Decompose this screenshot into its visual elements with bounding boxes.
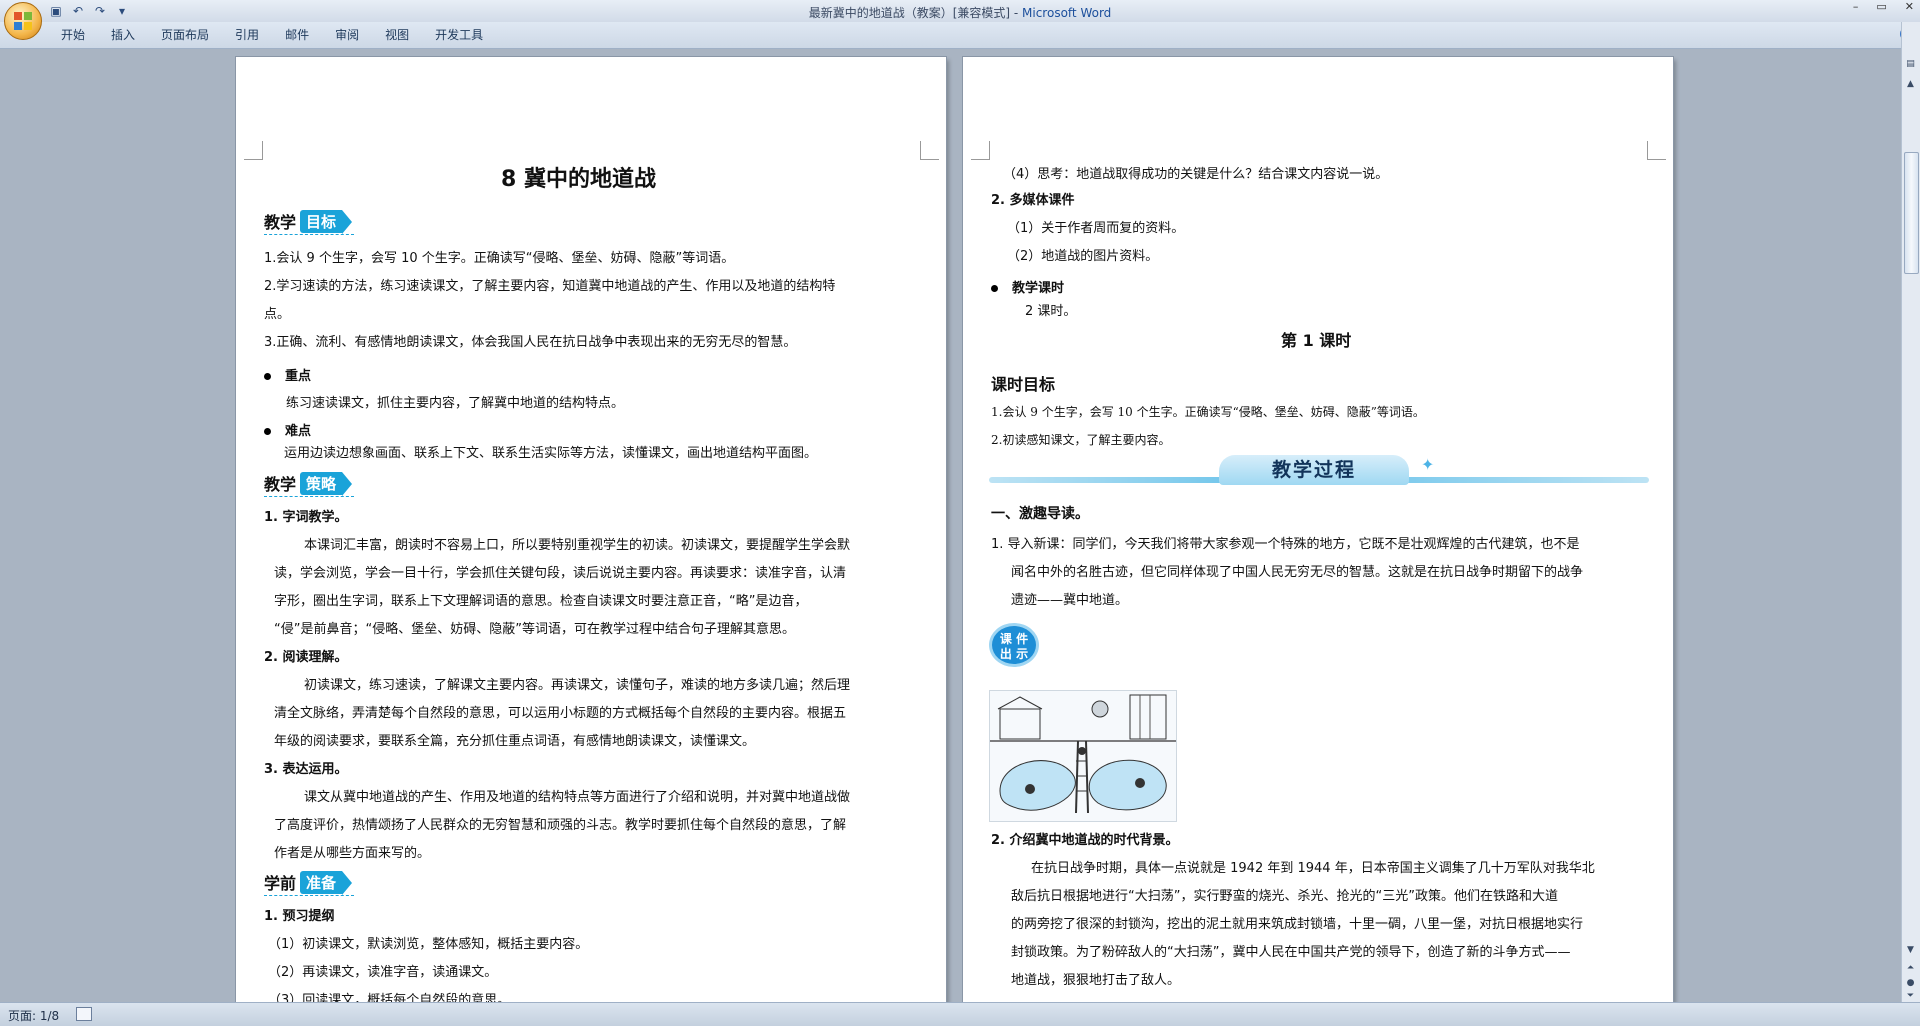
section-prep-heading: 学前 准备 [264, 870, 353, 895]
document-workspace: 8 冀中的地道战 教学 目标 1.会认 9 个生字，会写 10 个生字。正确读写“… [0, 49, 1902, 1002]
banner-title: 教学过程 [1219, 455, 1409, 485]
prep-item: （2）再读课文，读准字音，读通课文。 [268, 965, 498, 980]
proofing-icon[interactable] [76, 1007, 92, 1021]
strategy-subtitle: 2. 阅读理解。 [264, 650, 348, 665]
courseware-badge: 课 件 出 示 [989, 623, 1039, 667]
bullet-icon [264, 428, 271, 435]
previous-page-icon[interactable]: ⏶ [1904, 962, 1917, 975]
strategy-line: 课文从冀中地道战的产生、作用及地道的结构特点等方面进行了介绍和说明，并对冀中地道… [304, 790, 851, 805]
document-page-2: （4）思考：地道战取得成功的关键是什么？结合课文内容说一说。 2. 多媒体课件 … [963, 57, 1673, 1002]
media-title: 2. 多媒体课件 [991, 193, 1075, 208]
tab-page-layout[interactable]: 页面布局 [148, 22, 222, 48]
crop-mark [244, 141, 263, 160]
tunnel-illustration [989, 690, 1177, 822]
goal-item: 1.会认 9 个生字，会写 10 个生字。正确读写“侵略、堡垒、妨碍、隐蔽”等词… [264, 251, 735, 266]
strategy-line: 初读课文，练习速读，了解课文主要内容。再读课文，读懂句子，难读的地方多读几遍；然… [304, 678, 851, 693]
strategy-line: 年级的阅读要求，要联系全篇，充分抓住重点词语，有感情地朗读课文，读懂课文。 [274, 734, 756, 749]
ruler-toggle-icon[interactable]: ▤ [1904, 58, 1917, 71]
strategy-line: 清全文脉络，弄清楚每个自然段的意思，可以运用小标题的方式概括每个自然段的主要内容… [274, 706, 847, 721]
intro-line: 遗迹——冀中地道。 [1011, 593, 1129, 608]
bullet-icon [991, 285, 998, 292]
prep-item: （1）初读课文，默读浏览，整体感知，概括主要内容。 [268, 937, 589, 952]
lesson-goal-title: 课时目标 [991, 375, 1056, 394]
lesson-goal-item: 2.初读感知课文，了解主要内容。 [991, 433, 1171, 447]
background-line: 的两旁挖了很深的封锁沟，挖出的泥土就用来筑成封锁墙，十里一碉，八里一堡，对抗日根… [1011, 917, 1584, 932]
strategy-line: 了高度评价，热情颂扬了人民群众的无穷智慧和顽强的斗志。教学时要抓住每个自然段的意… [274, 818, 847, 833]
section-underline [264, 496, 354, 497]
tab-developer[interactable]: 开发工具 [422, 22, 496, 48]
office-button[interactable] [4, 2, 42, 40]
scrollbar-thumb[interactable] [1904, 152, 1919, 274]
crop-mark [971, 141, 990, 160]
title-bar: ▣ ↶ ↷ ▾ 最新冀中的地道战（教案）[兼容模式] - Microsoft W… [0, 0, 1920, 23]
strategy-line: “侵”是前鼻音；“侵略、堡垒、妨碍、隐蔽”等词语，可在教学过程中结合句子理解其意… [274, 622, 795, 637]
strategy-subtitle: 3. 表达运用。 [264, 762, 348, 777]
crop-mark [920, 141, 939, 160]
section-goals-heading: 教学 目标 [264, 209, 353, 234]
document-page-1: 8 冀中的地道战 教学 目标 1.会认 9 个生字，会写 10 个生字。正确读写“… [236, 57, 946, 1002]
section-underline [264, 895, 354, 896]
ribbon: 开始 插入 页面布局 引用 邮件 审阅 视图 开发工具 ? [0, 22, 1920, 49]
scroll-up-icon[interactable]: ▲ [1904, 78, 1917, 91]
difficulty-label: 难点 [264, 420, 311, 439]
select-browse-object-icon[interactable]: ● [1904, 977, 1917, 990]
tab-view[interactable]: 视图 [372, 22, 422, 48]
media-item: （1）关于作者周而复的资料。 [1007, 221, 1185, 236]
minimize-button[interactable]: – [1853, 0, 1859, 13]
background-line: 地道战，狠狠地打击了敌人。 [1011, 973, 1181, 988]
tab-insert[interactable]: 插入 [98, 22, 148, 48]
intro-line: 1. 导入新课：同学们，今天我们将带大家参观一个特殊的地方，它既不是壮观辉煌的古… [991, 537, 1580, 552]
office-logo-icon [14, 12, 32, 30]
tab-references[interactable]: 引用 [222, 22, 272, 48]
process-banner: 教学过程 ✦ [989, 455, 1649, 489]
maximize-button[interactable]: ▭ [1876, 0, 1886, 13]
crop-mark [1647, 141, 1666, 160]
intro-line: 闻名中外的名胜古迹，但它同样体现了中国人民无穷无尽的智慧。这就是在抗日战争时期留… [1011, 565, 1584, 580]
tab-review[interactable]: 审阅 [322, 22, 372, 48]
tab-home[interactable]: 开始 [48, 22, 98, 48]
lesson-title: 第 1 课时 [1281, 331, 1352, 350]
background-line: 封锁政策。为了粉碎敌人的“大扫荡”，冀中人民在中国共产党的领导下，创造了新的斗争… [1011, 945, 1571, 960]
sparkle-icon: ✦ [1421, 455, 1435, 474]
page-indicator[interactable]: 页面: 1/8 [8, 1007, 59, 1024]
background-line: 在抗日战争时期，具体一点说就是 1942 年到 1944 年，日本帝国主义调集了… [1031, 861, 1595, 876]
tunnel-drawing-icon [990, 691, 1176, 821]
tab-mailings[interactable]: 邮件 [272, 22, 322, 48]
background-title: 2. 介绍冀中地道战的时代背景。 [991, 833, 1179, 848]
document-title: 8 冀中的地道战 [501, 167, 656, 192]
scroll-down-icon[interactable]: ▼ [1904, 944, 1917, 957]
key-point-label: 重点 [264, 365, 311, 384]
goal-item: 3.正确、流利、有感情地朗读课文，体会我国人民在抗日战争中表现出来的无穷无尽的智… [264, 335, 797, 350]
strategy-line: 本课词汇丰富，朗读时不容易上口，所以要特别重视学生的初读。初读课文，要提醒学生学… [304, 538, 851, 553]
section-strategy-heading: 教学 策略 [264, 471, 353, 496]
goal-item: 点。 [264, 307, 291, 322]
strategy-line: 字形，圈出生字词，联系上下文理解词语的意思。检查自读课文时要注意正音，“略”是边… [274, 594, 808, 609]
hours-value: 2 课时。 [1025, 304, 1077, 319]
window-title: 最新冀中的地道战（教案）[兼容模式] - Microsoft Word [808, 6, 1112, 20]
strategy-line: 作者是从哪些方面来写的。 [274, 846, 431, 861]
outline-item: （4）思考：地道战取得成功的关键是什么？结合课文内容说一说。 [1003, 167, 1389, 182]
background-line: 敌后抗日根据地进行“大扫荡”，实行野蛮的烧光、杀光、抢光的“三光”政策。他们在铁… [1011, 889, 1558, 904]
prep-item: （3）回读课文，概括每个自然段的意思。 [268, 993, 511, 1002]
difficulty-text: 运用边读边想象画面、联系上下文、联系生活实际等方法，读懂课文，画出地道结构平面图… [284, 446, 818, 461]
hours-label: 教学课时 [991, 277, 1064, 296]
vertical-scrollbar[interactable]: ▤ ▲ ▼ ⏶ ● ⏷ [1901, 22, 1920, 1002]
media-item: （2）地道战的图片资料。 [1007, 249, 1159, 264]
step-title: 一、激趣导读。 [991, 506, 1089, 522]
status-bar: 页面: 1/8 [0, 1002, 1920, 1026]
prep-subtitle: 1. 预习提纲 [264, 909, 335, 924]
lesson-goal-item: 1.会认 9 个生字，会写 10 个生字。正确读写“侵略、堡垒、妨碍、隐蔽”等词… [991, 405, 1425, 419]
close-button[interactable]: ✕ [1905, 0, 1914, 13]
strategy-line: 读，学会浏览，学会一目十行，学会抓住关键句段，读后说说主要内容。再读要求：读准字… [274, 566, 847, 581]
goal-item: 2.学习速读的方法，练习速读课文，了解主要内容，知道冀中地道战的产生、作用以及地… [264, 279, 836, 294]
key-point-text: 练习速读课文，抓住主要内容，了解冀中地道的结构特点。 [286, 396, 625, 411]
ribbon-tabs: 开始 插入 页面布局 引用 邮件 审阅 视图 开发工具 [48, 22, 496, 48]
section-underline [264, 234, 354, 235]
window-controls: – ▭ ✕ [1853, 0, 1914, 13]
bullet-icon [264, 373, 271, 380]
strategy-subtitle: 1. 字词教学。 [264, 510, 348, 525]
